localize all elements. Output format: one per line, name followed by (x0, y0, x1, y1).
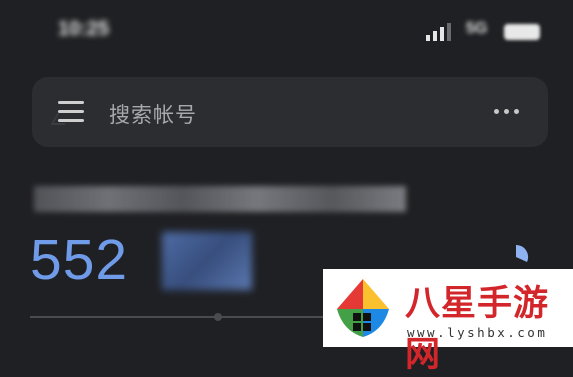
code-redacted (162, 232, 252, 290)
account-email-redacted (34, 186, 406, 212)
battery-icon (504, 24, 540, 40)
watermark: 八星手游网 www.lyshbx.com (323, 269, 573, 375)
status-time: 10:25 (58, 18, 110, 40)
status-bar: 10:25 5G (0, 0, 573, 64)
signal-icon (426, 23, 451, 41)
more-options-icon[interactable] (494, 109, 520, 115)
one-time-code[interactable]: 552 (30, 227, 128, 293)
site-logo-icon (337, 279, 389, 337)
search-bar[interactable]: 搜索帐号 (32, 77, 548, 147)
countdown-timer-icon (516, 244, 529, 262)
divider-dot (214, 313, 222, 321)
search-placeholder[interactable]: 搜索帐号 (109, 99, 197, 129)
menu-icon[interactable] (58, 101, 84, 123)
watermark-url: www.lyshbx.com (407, 325, 548, 340)
divider (30, 316, 330, 318)
network-type: 5G (466, 20, 488, 37)
